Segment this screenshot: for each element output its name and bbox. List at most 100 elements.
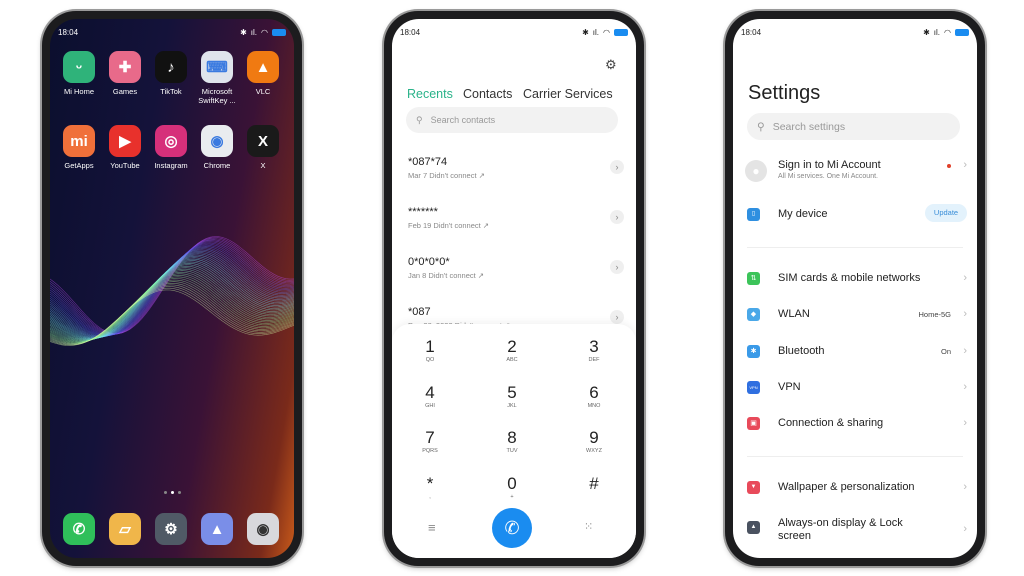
device-icon: ▯ [747, 208, 760, 221]
chevron-right-icon: › [963, 159, 967, 171]
app-chrome[interactable]: ◉ Chrome [194, 125, 240, 170]
chevron-right-icon: › [963, 523, 967, 535]
getapps-icon: mi [63, 125, 95, 157]
tab-contacts[interactable]: Contacts [463, 87, 512, 101]
wallpaper-wave [50, 236, 294, 346]
tab-recents[interactable]: Recents [407, 87, 453, 101]
dialpad-toggle-icon[interactable]: ⁙ [584, 520, 593, 533]
dialpad-key[interactable]: 6 MNO [564, 383, 624, 409]
divider [747, 247, 963, 248]
chevron-right-icon: › [963, 344, 967, 357]
search-icon: ⚲ [416, 114, 423, 125]
dialpad-key[interactable]: 3 DEF [564, 338, 624, 364]
signal-icon: ıl. [250, 27, 258, 37]
gallery-icon: ▲ [201, 513, 233, 545]
phone-home: 18:04 ✱ ıl. ◠ ᵕ Mi Home ✚ Games ♪ TikTok ⌨ Microso… [42, 11, 302, 566]
dialpad-key[interactable]: # [564, 474, 624, 494]
status-bar: 18:04 ✱ ıl. ◠ [58, 25, 286, 39]
call-log-item[interactable]: 0*0*0*0* Jan 8 Didn't connect ↗ › [408, 256, 624, 280]
call-button[interactable]: ✆ [492, 508, 532, 548]
dialpad-key[interactable]: 5 JKL [482, 383, 542, 409]
chevron-right-icon[interactable]: › [610, 210, 624, 224]
avatar: ● [745, 160, 767, 182]
app-swiftkey[interactable]: ⌨ Microsoft SwiftKey ... [194, 51, 240, 105]
swiftkey-icon: ⌨ [201, 51, 233, 83]
dialpad-key[interactable]: 7 PQRS [400, 429, 460, 455]
update-badge[interactable]: Update [925, 204, 967, 222]
app-games[interactable]: ✚ Games [102, 51, 148, 96]
dialer-screen: 18:04 ✱ ıl. ◠ ⚙ Recents Contacts Carrier Se… [392, 19, 636, 558]
app-instagram[interactable]: ◎ Instagram [148, 125, 194, 170]
setting-icon: ▣ [747, 417, 760, 431]
dock-notes[interactable]: ▱ [102, 513, 148, 549]
wifi-icon: ◠ [603, 27, 610, 37]
chevron-right-icon: › [963, 272, 967, 284]
dock-gallery[interactable]: ▲ [194, 513, 240, 549]
setting-icon: ✱ [747, 344, 760, 358]
dialpad-key[interactable]: 0 + [482, 474, 542, 500]
status-bar: 18:04 ✱ ıl. ◠ [741, 25, 969, 39]
phone-icon: ✆ [63, 513, 95, 545]
chrome-icon: ◉ [201, 125, 233, 157]
chevron-right-icon: › [963, 417, 967, 430]
call-log-item[interactable]: *087*74 Mar 7 Didn't connect ↗ › [408, 156, 624, 180]
setting-icon: ▲ [747, 521, 760, 534]
mi-home-icon: ᵕ [63, 51, 95, 83]
app-youtube[interactable]: ▶ YouTube [102, 125, 148, 170]
wifi-icon: ◠ [261, 27, 268, 37]
settings-gear-icon[interactable]: ⚙ [605, 57, 617, 73]
phone-icon: ✆ [504, 517, 520, 538]
instagram-icon: ◎ [155, 125, 187, 157]
page-title: Settings [748, 82, 821, 104]
dialpad-key[interactable]: 2 ABC [482, 338, 542, 364]
app-tiktok[interactable]: ♪ TikTok [148, 51, 194, 96]
dialpad-key[interactable]: 4 GHI [400, 383, 460, 409]
app-vlc[interactable]: ▲ VLC [240, 51, 286, 96]
call-log-item[interactable]: ******* Feb 19 Didn't connect ↗ › [408, 206, 624, 230]
dialpad-key[interactable]: 9 WXYZ [564, 429, 624, 455]
battery-icon [614, 28, 628, 36]
dialpad: 1 QO 2 ABC 3 DEF 4 GHI 5 JKL 6 MNO 7 PQRS 8 TUV 9 WXYZ *, 0… [392, 324, 636, 558]
setting-icon: VPN [747, 380, 760, 394]
dialpad-key[interactable]: *, [400, 474, 460, 500]
page-indicator[interactable] [50, 491, 294, 494]
bluetooth-icon: ✱ [240, 27, 247, 37]
setting-icon: ⇅ [747, 272, 760, 285]
search-settings-input[interactable]: ⚲ Search settings [747, 113, 960, 140]
dialpad-key[interactable]: 1 QO [400, 338, 460, 364]
signal-icon: ıl. [592, 27, 600, 37]
menu-icon[interactable]: ≡ [428, 520, 436, 535]
app-mi-home[interactable]: ᵕ Mi Home [56, 51, 102, 96]
app-x[interactable]: XX [240, 125, 286, 170]
dock-phone[interactable]: ✆ [56, 513, 102, 549]
chevron-right-icon[interactable]: › [610, 310, 624, 324]
home-screen: 18:04 ✱ ıl. ◠ ᵕ Mi Home ✚ Games ♪ TikTok ⌨ Microso… [50, 19, 294, 558]
phone-dialer: 18:04 ✱ ıl. ◠ ⚙ Recents Contacts Carrier Se… [384, 11, 644, 566]
setting-icon: ▼ [747, 481, 760, 494]
chevron-right-icon[interactable]: › [610, 260, 624, 274]
chevron-right-icon: › [963, 380, 967, 393]
games-icon: ✚ [109, 51, 141, 83]
notes-icon: ▱ [109, 513, 141, 545]
dock-settings[interactable]: ⚙ [148, 513, 194, 549]
tab-carrier-services[interactable]: Carrier Services [523, 87, 613, 101]
x-icon: X [247, 125, 279, 157]
bluetooth-icon: ✱ [923, 27, 930, 37]
dialpad-key[interactable]: 8 TUV [482, 429, 542, 455]
battery-icon [272, 28, 286, 36]
app-getapps[interactable]: mi GetApps [56, 125, 102, 170]
settings-screen: 18:04 ✱ ıl. ◠ Settings ⚲ Search settings ● S… [733, 19, 977, 558]
wifi-icon: ◠ [944, 27, 951, 37]
chevron-right-icon: › [963, 308, 967, 321]
phone-settings: 18:04 ✱ ıl. ◠ Settings ⚲ Search settings ● S… [725, 11, 985, 566]
dock-camera[interactable]: ◉ [240, 513, 286, 549]
notification-dot [947, 164, 951, 168]
search-icon: ⚲ [757, 120, 765, 133]
signal-icon: ıl. [933, 27, 941, 37]
battery-icon [955, 28, 969, 36]
search-contacts-input[interactable]: ⚲ Search contacts [406, 107, 618, 133]
vlc-icon: ▲ [247, 51, 279, 83]
divider [747, 456, 963, 457]
setting-icon: ◆ [747, 308, 760, 322]
chevron-right-icon[interactable]: › [610, 160, 624, 174]
